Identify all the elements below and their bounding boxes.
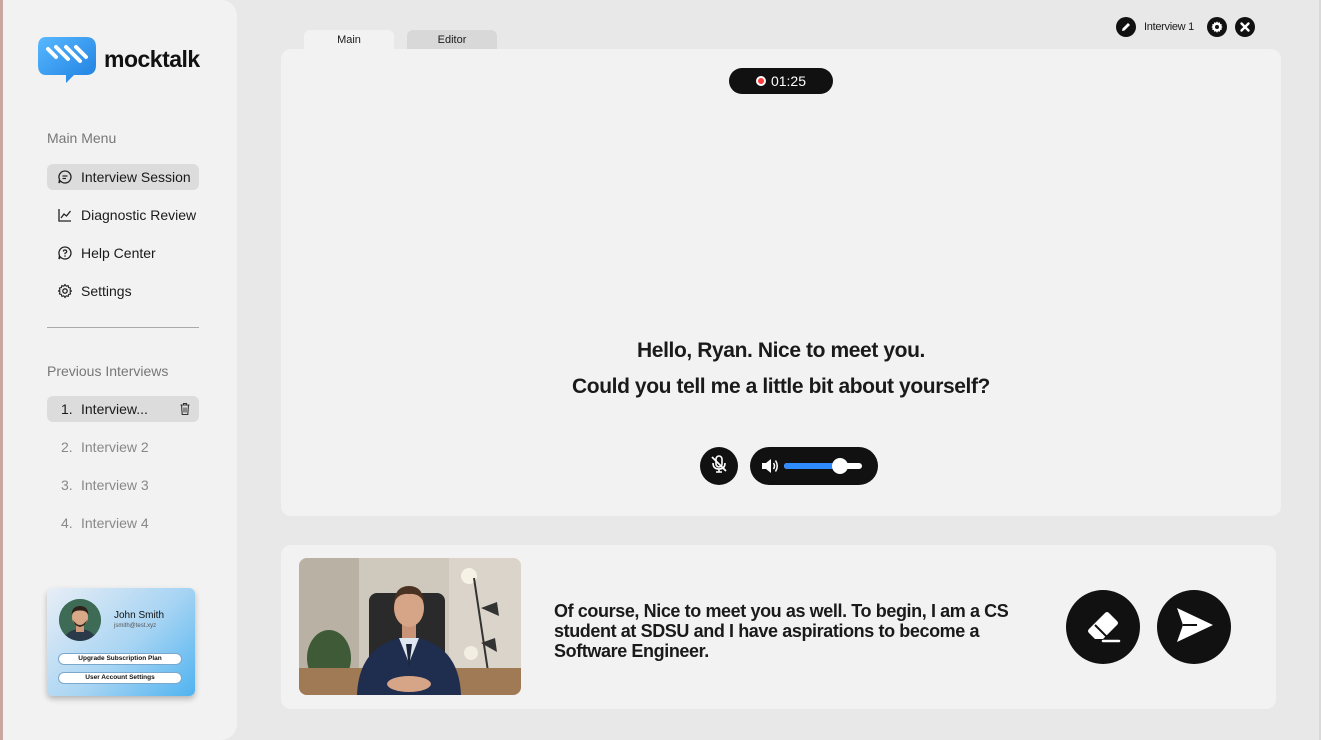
sidebar-divider bbox=[47, 327, 199, 328]
sidebar-item-label: Diagnostic Review bbox=[81, 207, 197, 223]
response-text: Of course, Nice to meet you as well. To … bbox=[554, 601, 1009, 661]
logo-icon bbox=[38, 35, 98, 83]
previous-interviews-heading: Previous Interviews bbox=[47, 363, 169, 379]
trash-icon[interactable] bbox=[179, 402, 191, 416]
interview-number: 2. bbox=[61, 439, 73, 455]
recording-timer: 01:25 bbox=[729, 68, 833, 94]
tab-editor[interactable]: Editor bbox=[407, 30, 497, 50]
mic-off-icon bbox=[708, 453, 730, 480]
user-email: jsmith@test.xyz bbox=[114, 623, 157, 629]
interview-label: Interview... bbox=[81, 401, 148, 417]
interview-number: 1. bbox=[61, 401, 73, 417]
volume-slider-handle[interactable] bbox=[832, 458, 849, 474]
send-icon bbox=[1171, 602, 1217, 653]
send-response-button[interactable] bbox=[1157, 590, 1231, 664]
mute-mic-button[interactable] bbox=[700, 447, 738, 485]
interview-label: Interview 2 bbox=[81, 439, 149, 455]
user-video-feed bbox=[299, 558, 521, 695]
session-panel: 01:25 Hello, Ryan. Nice to meet you. Cou… bbox=[281, 49, 1281, 516]
volume-slider-track[interactable] bbox=[784, 458, 862, 474]
clear-response-button[interactable] bbox=[1066, 590, 1140, 664]
user-name: John Smith bbox=[114, 610, 165, 621]
sidebar-item-settings[interactable]: Settings bbox=[47, 278, 199, 304]
question-line-2: Could you tell me a little bit about you… bbox=[572, 375, 990, 398]
speaker-icon bbox=[760, 457, 780, 480]
volume-control[interactable] bbox=[750, 447, 878, 485]
interview-title[interactable]: Interview 1 bbox=[1144, 21, 1194, 33]
previous-interview-item[interactable]: 2. Interview 2 bbox=[47, 434, 199, 460]
record-dot-icon bbox=[755, 76, 766, 86]
response-panel: Of course, Nice to meet you as well. To … bbox=[281, 545, 1276, 709]
account-settings-button[interactable]: User Account Settings bbox=[58, 672, 182, 684]
user-card: John Smith jsmith@test.xyz Upgrade Subsc… bbox=[47, 588, 195, 696]
main-menu-heading: Main Menu bbox=[47, 130, 117, 146]
interview-label: Interview 4 bbox=[81, 515, 149, 531]
upgrade-plan-button[interactable]: Upgrade Subscription Plan bbox=[58, 653, 182, 665]
chat-bubble-icon bbox=[57, 169, 73, 185]
previous-interview-item[interactable]: 1. Interview... bbox=[47, 396, 199, 422]
sidebar-item-diagnostic-review[interactable]: Diagnostic Review bbox=[47, 202, 199, 228]
interview-header: Interview 1 bbox=[1116, 17, 1255, 37]
avatar[interactable] bbox=[59, 599, 101, 641]
gear-icon bbox=[57, 283, 73, 299]
sidebar: mocktalk Main Menu Interview Session Dia… bbox=[3, 0, 237, 740]
pencil-icon[interactable] bbox=[1116, 17, 1136, 37]
interview-number: 4. bbox=[61, 515, 73, 531]
sidebar-item-interview-session[interactable]: Interview Session bbox=[47, 164, 199, 190]
trend-chart-icon bbox=[57, 207, 73, 223]
gear-icon[interactable] bbox=[1206, 17, 1227, 37]
interview-label: Interview 3 bbox=[81, 477, 149, 493]
brand-name: mocktalk bbox=[104, 45, 200, 72]
close-icon[interactable] bbox=[1234, 17, 1255, 37]
brand-logo[interactable]: mocktalk bbox=[38, 35, 200, 83]
sidebar-item-label: Settings bbox=[81, 283, 132, 299]
sidebar-item-label: Interview Session bbox=[81, 169, 191, 185]
timer-value: 01:25 bbox=[770, 73, 807, 89]
help-bubble-icon bbox=[57, 245, 73, 261]
interview-number: 3. bbox=[61, 477, 73, 493]
sidebar-item-help-center[interactable]: Help Center bbox=[47, 240, 199, 266]
tab-main[interactable]: Main bbox=[304, 30, 394, 50]
question-line-1: Hello, Ryan. Nice to meet you. bbox=[637, 339, 925, 362]
previous-interview-item[interactable]: 3. Interview 3 bbox=[47, 472, 199, 498]
sidebar-item-label: Help Center bbox=[81, 245, 156, 261]
eraser-icon bbox=[1081, 603, 1125, 652]
previous-interview-item[interactable]: 4. Interview 4 bbox=[47, 510, 199, 536]
